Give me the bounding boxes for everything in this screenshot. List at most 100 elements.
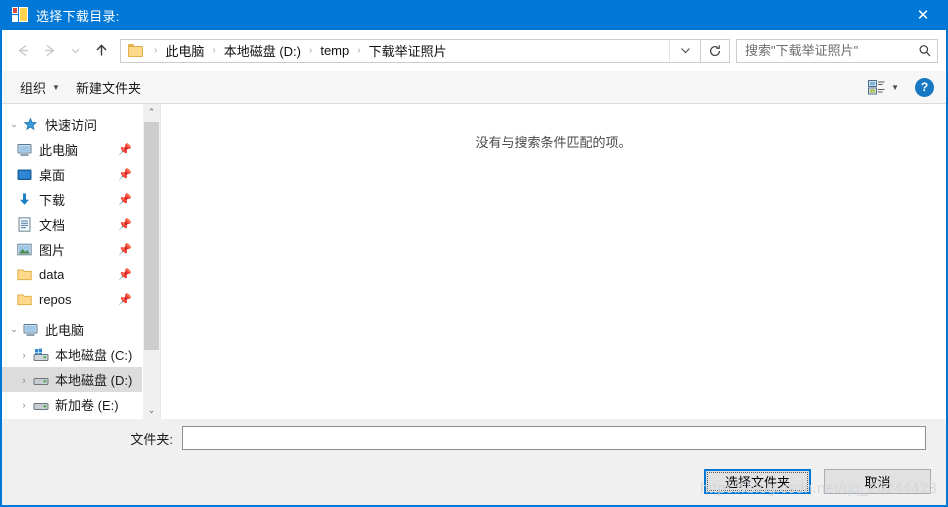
- pin-icon[interactable]: 📌: [118, 168, 142, 181]
- dialog-footer: 文件夹: 选择文件夹 取消: [2, 419, 946, 494]
- caret-down-icon: ▼: [52, 82, 60, 92]
- computer-icon: [16, 142, 33, 158]
- sidebar-item-drive-d[interactable]: › 本地磁盘 (D:): [2, 367, 142, 392]
- organize-button[interactable]: 组织 ▼: [12, 74, 68, 101]
- organize-label: 组织: [20, 80, 47, 96]
- sidebar-item-label: repos: [39, 292, 72, 307]
- breadcrumb-item-2[interactable]: temp: [318, 43, 351, 58]
- navigation-bar: › 此电脑 › 本地磁盘 (D:) › temp › 下载举证照片: [2, 30, 946, 71]
- expander-icon[interactable]: ›: [16, 400, 32, 410]
- breadcrumb-item-0[interactable]: 此电脑: [163, 41, 206, 60]
- tree-group-label: 快速访问: [45, 118, 98, 133]
- sidebar-item-drive-c[interactable]: › 本地磁盘 (C:): [2, 342, 142, 367]
- view-layout-icon[interactable]: [865, 77, 887, 97]
- select-folder-dialog: 选择下载目录: ✕ › 此电脑 › 本地磁盘 (D:) › temp › 下载举…: [0, 0, 948, 507]
- forward-arrow-icon[interactable]: [36, 38, 62, 64]
- chevron-down-icon[interactable]: [669, 39, 700, 62]
- select-folder-button[interactable]: 选择文件夹: [704, 469, 811, 494]
- pin-icon[interactable]: 📌: [118, 143, 142, 156]
- scroll-up-icon[interactable]: ⌃: [143, 104, 160, 121]
- documents-icon: [16, 217, 33, 233]
- file-list[interactable]: 没有与搜索条件匹配的项。: [160, 104, 946, 419]
- folder-field-row: 文件夹:: [2, 419, 946, 457]
- sidebar-item-label: 图片: [39, 243, 66, 258]
- computer-icon: [22, 322, 39, 338]
- new-folder-button[interactable]: 新建文件夹: [68, 74, 149, 101]
- drive-icon: [32, 397, 49, 413]
- sidebar-item-label: data: [39, 267, 65, 282]
- scroll-down-icon[interactable]: ⌄: [143, 402, 160, 419]
- folder-icon: [16, 267, 33, 283]
- star-pin-icon: [22, 117, 39, 133]
- pictures-icon: [16, 242, 33, 258]
- close-icon[interactable]: ✕: [900, 0, 946, 30]
- expander-icon[interactable]: ›: [16, 375, 32, 385]
- sidebar-item-pictures[interactable]: 图片 📌: [2, 237, 142, 262]
- search-icon[interactable]: [913, 44, 937, 58]
- scrollbar-thumb[interactable]: [144, 122, 159, 350]
- breadcrumb-separator: ›: [308, 45, 313, 56]
- desktop-icon: [16, 167, 33, 183]
- search-input[interactable]: [737, 43, 913, 58]
- pin-icon[interactable]: 📌: [118, 243, 142, 256]
- up-arrow-icon[interactable]: [88, 38, 114, 64]
- navigation-tree[interactable]: ⌄ 快速访问 此电脑 📌 桌面 📌 下载 📌 文档 📌 图片 📌 data 📌 …: [2, 104, 142, 419]
- sidebar-item-label: 桌面: [39, 168, 66, 183]
- breadcrumb-separator: ›: [357, 45, 361, 56]
- windows-drive-icon: [32, 347, 49, 363]
- folder-icon: [128, 44, 143, 57]
- breadcrumb-item-3[interactable]: 下载举证照片: [367, 41, 449, 60]
- pin-icon[interactable]: 📌: [118, 193, 142, 206]
- sidebar-item-this-pc[interactable]: 此电脑 📌: [2, 137, 142, 162]
- view-caret-down-icon[interactable]: ▼: [891, 83, 899, 92]
- folder-window-icon: [12, 7, 28, 23]
- expander-icon[interactable]: ⌄: [6, 324, 22, 335]
- breadcrumb: › 此电脑 › 本地磁盘 (D:) › temp › 下载举证照片: [148, 41, 449, 60]
- sidebar-item-repos[interactable]: repos 📌: [2, 287, 142, 312]
- recent-locations-chevron-icon[interactable]: [62, 38, 88, 64]
- tree-group-this-pc[interactable]: ⌄ 此电脑: [2, 317, 142, 342]
- breadcrumb-item-1[interactable]: 本地磁盘 (D:): [222, 41, 303, 60]
- pin-icon[interactable]: 📌: [118, 268, 142, 281]
- dialog-body: ⌄ 快速访问 此电脑 📌 桌面 📌 下载 📌 文档 📌 图片 📌 data 📌 …: [2, 104, 946, 419]
- help-icon[interactable]: ?: [915, 77, 934, 97]
- title-bar: 选择下载目录: ✕: [2, 0, 946, 30]
- sidebar-item-label: 文档: [39, 218, 66, 233]
- folder-field-label: 文件夹:: [130, 431, 173, 447]
- drive-icon: [32, 372, 49, 388]
- folder-icon: [16, 292, 33, 308]
- cancel-button[interactable]: 取消: [824, 469, 931, 494]
- tree-scrollbar[interactable]: ⌃ ⌄: [142, 104, 160, 419]
- sidebar-item-documents[interactable]: 文档 📌: [2, 212, 142, 237]
- empty-state-message: 没有与搜索条件匹配的项。: [475, 135, 632, 150]
- sidebar-item-data[interactable]: data 📌: [2, 262, 142, 287]
- pin-icon[interactable]: 📌: [118, 293, 142, 306]
- tree-group-label: 此电脑: [45, 323, 85, 338]
- sidebar-item-desktop[interactable]: 桌面 📌: [2, 162, 142, 187]
- window-title: 选择下载目录:: [36, 8, 120, 24]
- command-bar-right: ▼ ?: [865, 77, 936, 97]
- refresh-icon[interactable]: [700, 38, 730, 63]
- window-buttons: ✕: [900, 0, 946, 30]
- tree-group-quick-access[interactable]: ⌄ 快速访问: [2, 112, 142, 137]
- back-arrow-icon[interactable]: [10, 38, 36, 64]
- sidebar-item-label: 本地磁盘 (C:): [55, 348, 133, 363]
- search-box[interactable]: [736, 38, 938, 63]
- expander-icon[interactable]: ⌄: [6, 119, 22, 130]
- pin-icon[interactable]: 📌: [118, 218, 142, 231]
- expander-icon[interactable]: ›: [16, 350, 32, 360]
- address-bar[interactable]: › 此电脑 › 本地磁盘 (D:) › temp › 下载举证照片: [120, 38, 701, 63]
- sidebar-item-label: 下载: [39, 193, 66, 208]
- breadcrumb-separator: ›: [212, 45, 216, 56]
- folder-input[interactable]: [183, 427, 925, 449]
- breadcrumb-separator: ›: [154, 45, 158, 56]
- sidebar-item-drive-e[interactable]: › 新加卷 (E:): [2, 392, 142, 417]
- download-icon: [16, 192, 33, 208]
- folder-input-wrapper[interactable]: [182, 426, 926, 450]
- dialog-buttons: 选择文件夹 取消: [2, 457, 946, 494]
- command-bar: 组织 ▼ 新建文件夹 ▼ ?: [2, 71, 946, 104]
- sidebar-item-label: 本地磁盘 (D:): [55, 373, 133, 388]
- sidebar-item-label: 此电脑: [39, 143, 79, 158]
- sidebar-item-downloads[interactable]: 下载 📌: [2, 187, 142, 212]
- sidebar-item-label: 新加卷 (E:): [55, 398, 119, 413]
